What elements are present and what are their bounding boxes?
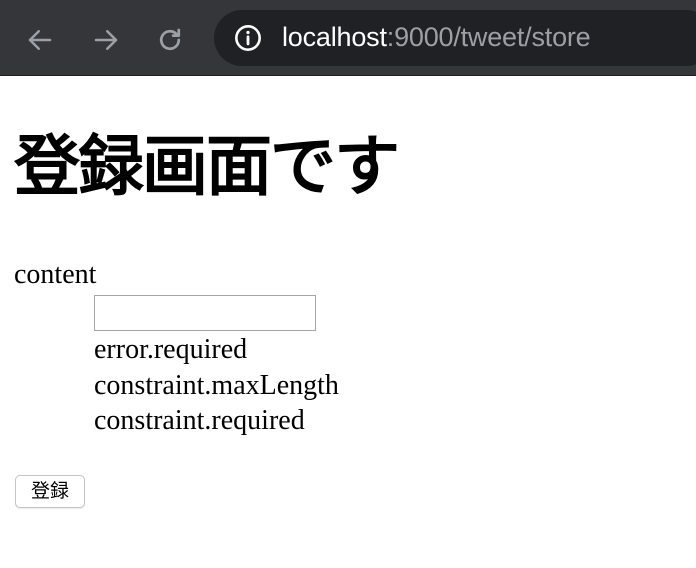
- page-title: 登録画面です: [14, 127, 400, 205]
- error-message: error.required: [94, 334, 248, 365]
- reload-icon: [159, 28, 181, 51]
- url-host: localhost: [282, 22, 387, 52]
- submit-button[interactable]: 登録: [15, 475, 85, 508]
- url-path: :9000/tweet/store: [386, 22, 591, 52]
- reload-button[interactable]: [150, 20, 190, 60]
- info-circle-icon[interactable]: [234, 24, 262, 52]
- arrow-right-icon: [94, 30, 118, 50]
- url-text[interactable]: localhost:9000/tweet/store: [282, 22, 591, 53]
- arrow-left-icon: [28, 30, 52, 50]
- content-label: content: [14, 259, 97, 290]
- browser-toolbar: localhost:9000/tweet/store: [0, 0, 696, 76]
- address-bar[interactable]: localhost:9000/tweet/store: [214, 10, 696, 66]
- constraint-message: constraint.maxLength: [94, 370, 339, 401]
- forward-button[interactable]: [86, 20, 126, 60]
- back-button[interactable]: [20, 20, 60, 60]
- content-input[interactable]: [94, 295, 316, 331]
- constraint-message: constraint.required: [94, 405, 305, 436]
- content-field: [94, 295, 316, 331]
